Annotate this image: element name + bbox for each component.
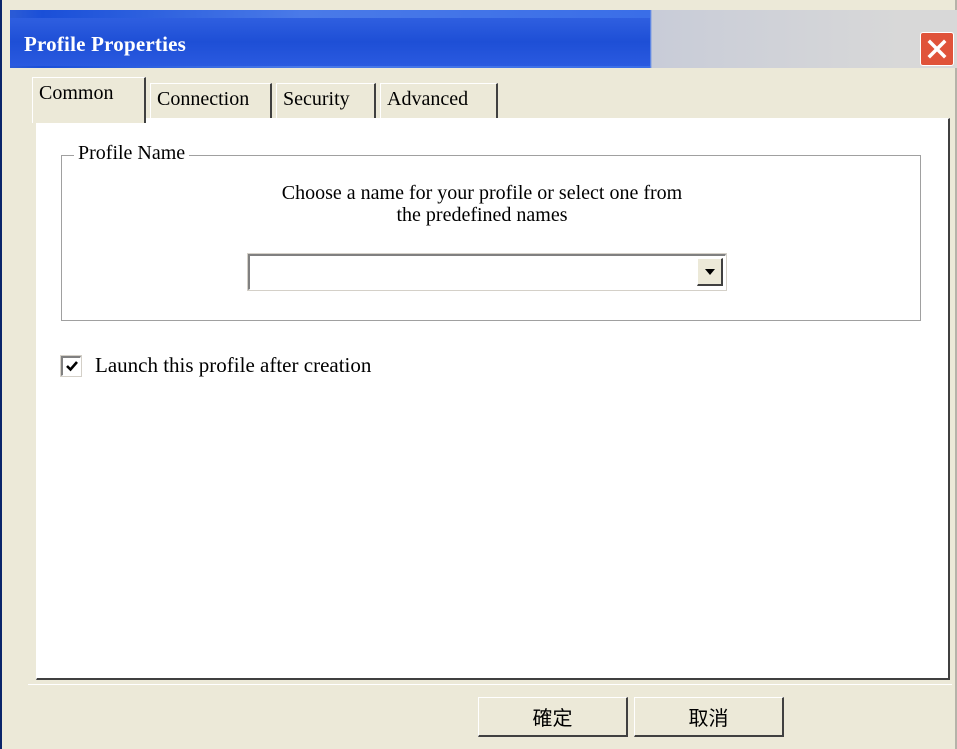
launch-profile-checkbox-row[interactable]: Launch this profile after creation — [60, 353, 371, 378]
profile-name-groupbox: Profile Name Choose a name for your prof… — [61, 142, 921, 321]
tab-common-label: Common — [39, 82, 114, 104]
instruction-line-2: the predefined names — [396, 204, 568, 226]
tab-connection[interactable]: Connection — [150, 83, 272, 119]
launch-profile-checkbox[interactable] — [60, 354, 82, 377]
tab-advanced[interactable]: Advanced — [380, 83, 498, 119]
tab-security[interactable]: Security — [276, 83, 376, 119]
tab-common[interactable]: Common — [32, 77, 146, 123]
profile-properties-dialog: Profile Properties Common Connection Sec… — [0, 0, 957, 749]
profile-name-group-label: Profile Name — [74, 142, 190, 165]
window-title: Profile Properties — [24, 32, 187, 56]
tab-panel-common: Profile Name Choose a name for your prof… — [36, 118, 950, 680]
tab-advanced-label: Advanced — [387, 88, 469, 110]
tab-connection-label: Connection — [157, 88, 250, 110]
close-button[interactable] — [920, 32, 954, 66]
launch-profile-checkbox-label[interactable]: Launch this profile after creation — [95, 353, 371, 378]
combo-dropdown-button[interactable] — [697, 258, 723, 286]
profile-name-combobox[interactable] — [247, 253, 727, 291]
close-icon — [927, 39, 947, 59]
chevron-down-icon — [704, 268, 715, 275]
ok-button[interactable]: 確定 — [478, 697, 628, 737]
tab-security-label: Security — [283, 88, 350, 110]
instruction-line-1: Choose a name for your profile or select… — [281, 182, 683, 204]
profile-name-instruction: Choose a name for your profile or select… — [62, 182, 902, 226]
title-bar[interactable]: Profile Properties — [2, 10, 957, 68]
dialog-separator — [28, 684, 952, 685]
checkmark-icon — [65, 361, 78, 372]
cancel-button[interactable]: 取消 — [634, 697, 784, 737]
